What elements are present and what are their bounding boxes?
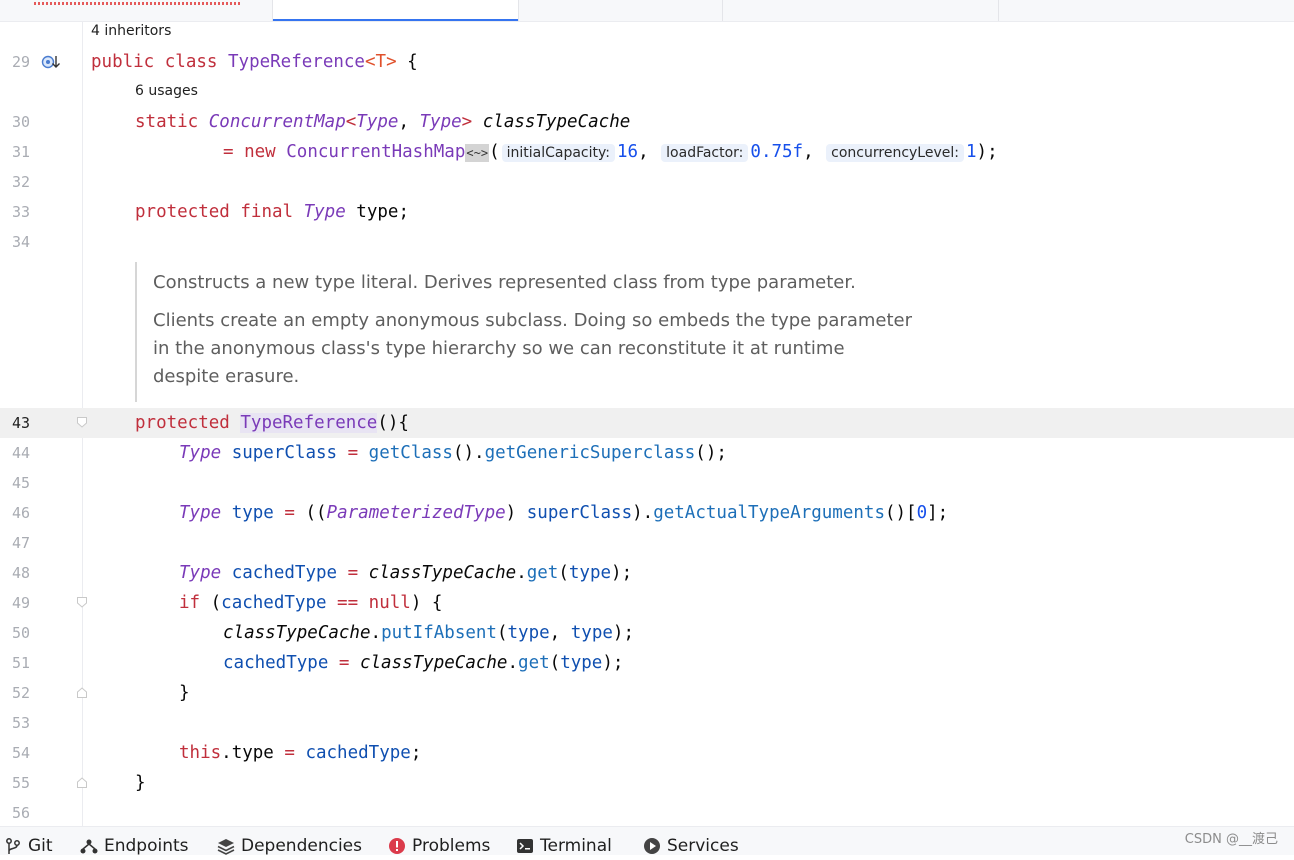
code-text: Type cachedType = classTypeCache.get(typ… [179, 563, 633, 583]
code-editor[interactable]: 4 inheritors 29 public class TypeReferen… [0, 22, 1294, 826]
code-line: 33 protected final Type type; [0, 197, 1294, 227]
active-tab-indicator [273, 19, 518, 21]
doc-paragraph: Constructs a new type literal. Derives r… [153, 272, 856, 293]
usages-hint[interactable]: 6 usages [135, 83, 198, 99]
fold-marker-icon[interactable] [77, 597, 87, 608]
code-line: 32 [0, 167, 1294, 197]
fold-end-icon[interactable] [77, 687, 87, 698]
tool-endpoints-button[interactable]: Endpoints [80, 834, 189, 858]
line-number: 52 [11, 684, 30, 702]
code-line: 56 [0, 798, 1294, 828]
code-text: classTypeCache.putIfAbsent(type, type); [223, 623, 634, 643]
endpoints-icon [80, 837, 98, 855]
code-line: 46 Type type = ((ParameterizedType) supe… [0, 498, 1294, 528]
tool-terminal-button[interactable]: Terminal [516, 834, 612, 858]
implemented-gutter-icon[interactable] [41, 53, 63, 75]
code-line: 50 classTypeCache.putIfAbsent(type, type… [0, 618, 1294, 648]
line-number: 29 [11, 53, 30, 71]
fold-end-icon[interactable] [77, 777, 87, 788]
tool-git-button[interactable]: Git [4, 834, 53, 858]
param-hint[interactable]: concurrencyLevel: [826, 144, 964, 162]
code-line: 29 public class TypeReference<T> { [0, 47, 1294, 77]
code-line: 51 cachedType = classTypeCache.get(type)… [0, 648, 1294, 678]
diamond-hint[interactable]: <~> [465, 144, 490, 162]
line-number: 47 [11, 534, 30, 552]
code-text: static ConcurrentMap<Type, Type> classTy… [135, 112, 631, 132]
code-line: 34 [0, 227, 1294, 257]
editor-tab-active[interactable] [273, 0, 519, 21]
doc-paragraph: Clients create an empty anonymous subcla… [153, 310, 912, 387]
param-hint[interactable]: initialCapacity: [501, 144, 615, 162]
line-number: 46 [11, 504, 30, 522]
code-text: this.type = cachedType; [179, 743, 422, 763]
line-number: 49 [11, 594, 30, 612]
rendered-doc-comment[interactable]: Constructs a new type literal. Derives r… [135, 262, 937, 402]
code-text: protected TypeReference(){ [135, 413, 409, 433]
code-text: protected final Type type; [135, 202, 409, 222]
line-number: 45 [11, 474, 30, 492]
inheritors-hint[interactable]: 4 inheritors [91, 23, 171, 39]
line-number: 34 [11, 233, 30, 251]
terminal-icon [516, 837, 534, 855]
line-number: 44 [11, 444, 30, 462]
code-line: 47 [0, 528, 1294, 558]
error-underline [34, 2, 240, 5]
tool-label: Problems [412, 836, 491, 856]
code-text: } [179, 683, 190, 703]
code-line: 53 [0, 708, 1294, 738]
line-number: 30 [11, 113, 30, 131]
code-line: 48 Type cachedType = classTypeCache.get(… [0, 558, 1294, 588]
line-number: 53 [11, 714, 30, 732]
line-number: 31 [11, 143, 30, 161]
tool-label: Git [28, 836, 53, 856]
code-line: 30 static ConcurrentMap<Type, Type> clas… [0, 107, 1294, 137]
line-number: 43 [11, 414, 30, 432]
tool-label: Services [667, 836, 739, 856]
code-line: 55 } [0, 768, 1294, 798]
editor-tab[interactable] [723, 0, 999, 21]
tool-dependencies-button[interactable]: Dependencies [217, 834, 362, 858]
line-number: 56 [11, 804, 30, 822]
code-text: } [135, 773, 146, 793]
code-line: 45 [0, 468, 1294, 498]
code-line: 54 this.type = cachedType; [0, 738, 1294, 768]
line-number: 33 [11, 203, 30, 221]
editor-tab-strip [0, 0, 1294, 22]
code-line: 49 if (cachedType == null) { [0, 588, 1294, 618]
tool-label: Endpoints [104, 836, 189, 856]
editor-tab[interactable] [0, 0, 273, 21]
code-text: if (cachedType == null) { [179, 593, 443, 613]
watermark: CSDN @__渡己 [1184, 832, 1278, 847]
line-number: 32 [11, 173, 30, 191]
code-line: 31 = new ConcurrentHashMap<~>(initialCap… [0, 137, 1294, 167]
code-line: 52 } [0, 678, 1294, 708]
code-line: 44 Type superClass = getClass().getGener… [0, 438, 1294, 468]
tool-label: Terminal [540, 836, 612, 856]
code-text: Type superClass = getClass().getGenericS… [179, 443, 727, 463]
line-number: 51 [11, 654, 30, 672]
param-hint[interactable]: loadFactor: [661, 144, 749, 162]
tool-label: Dependencies [241, 836, 362, 856]
tool-window-bar: Git Endpoints Dependencies Problems Term… [0, 826, 1294, 858]
error-icon [388, 837, 406, 855]
tool-problems-button[interactable]: Problems [388, 834, 490, 858]
fold-marker-icon[interactable] [77, 417, 87, 428]
services-icon [643, 837, 661, 855]
line-number: 50 [11, 624, 30, 642]
layers-icon [217, 837, 235, 855]
code-text: public class TypeReference<T> { [91, 52, 418, 72]
editor-tab[interactable] [519, 0, 723, 21]
code-text: cachedType = classTypeCache.get(type); [223, 653, 624, 673]
code-text: = new ConcurrentHashMap<~>(initialCapaci… [223, 142, 998, 162]
line-number: 55 [11, 774, 30, 792]
code-text: Type type = ((ParameterizedType) superCl… [179, 503, 949, 523]
line-number: 54 [11, 744, 30, 762]
git-branch-icon [4, 837, 22, 855]
tool-services-button[interactable]: Services [643, 834, 739, 858]
code-line-current: 43 protected TypeReference(){ [0, 408, 1294, 438]
line-number: 48 [11, 564, 30, 582]
